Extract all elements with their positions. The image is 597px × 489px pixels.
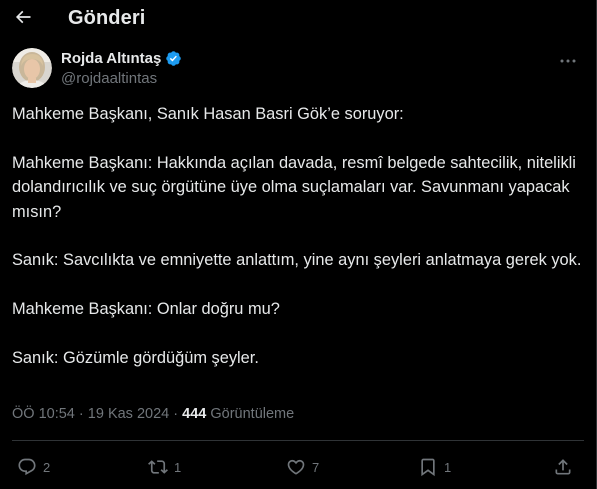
views-label: Görüntüleme: [210, 406, 295, 422]
reply-icon: [17, 457, 37, 477]
bookmark-count: 1: [444, 459, 452, 475]
tweet-meta: ÖÖ 10:54 · 19 Kas 2024 · 444 Görüntüleme: [12, 406, 294, 422]
reply-count: 2: [43, 459, 51, 475]
meta-separator: ·: [78, 406, 84, 422]
tweet-time[interactable]: ÖÖ 10:54: [12, 406, 75, 422]
author-name-row: Rojda Altıntaş: [61, 50, 182, 67]
heart-icon: [286, 457, 306, 477]
tweet-date[interactable]: 19 Kas 2024: [88, 406, 169, 422]
tweet-paragraph: Mahkeme Başkanı: Hakkında açılan davada,…: [12, 153, 576, 221]
like-button[interactable]: 7: [286, 456, 319, 478]
repost-icon: [148, 457, 168, 477]
author-handle[interactable]: @rojdaaltintas: [61, 70, 157, 87]
tweet-paragraph: Sanık: Gözümle gördüğüm şeyler.: [12, 349, 259, 367]
more-horizontal-icon: [559, 51, 577, 69]
repost-button[interactable]: 1: [148, 456, 181, 478]
page-header: Gönderi: [0, 0, 596, 40]
bookmark-button[interactable]: 1: [418, 456, 451, 478]
divider: [12, 440, 584, 441]
tweet-paragraph: Sanık: Savcılıkta ve emniyette anlattım,…: [12, 251, 582, 270]
more-options-button[interactable]: [552, 48, 584, 72]
author-name[interactable]: Rojda Altıntaş: [61, 50, 161, 67]
like-count: 7: [312, 459, 320, 475]
views-count: 444: [182, 406, 207, 422]
avatar[interactable]: [12, 48, 52, 88]
page-title: Gönderi: [68, 7, 146, 29]
verified-badge-icon[interactable]: [165, 50, 182, 67]
bookmark-icon: [418, 457, 438, 477]
meta-separator: ·: [173, 406, 179, 422]
repost-count: 1: [174, 459, 182, 475]
tweet-text: Mahkeme Başkanı, Sanık Hasan Basri Gök’e…: [12, 102, 584, 370]
share-button[interactable]: [553, 456, 573, 478]
share-icon: [553, 457, 573, 477]
tweet-paragraph: Mahkeme Başkanı, Sanık Hasan Basri Gök’e…: [12, 105, 404, 123]
back-button[interactable]: [6, 2, 40, 36]
reply-button[interactable]: 2: [17, 456, 50, 478]
arrow-left-icon: [13, 7, 33, 32]
tweet-paragraph: Mahkeme Başkanı: Onlar doğru mu?: [12, 300, 280, 319]
